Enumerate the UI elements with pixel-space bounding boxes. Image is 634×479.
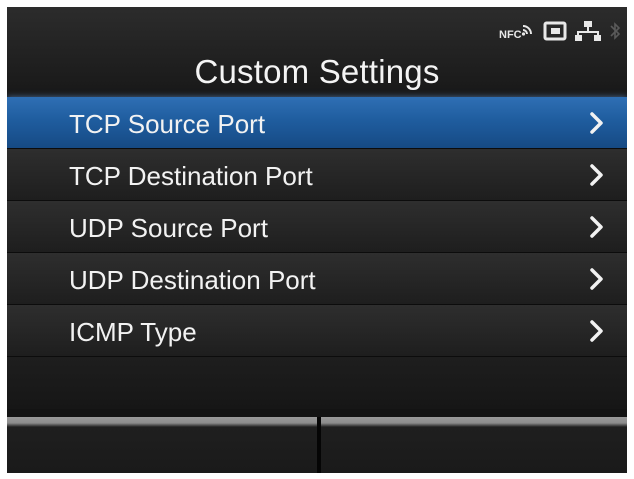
menu-item-tcp-source-port[interactable]: TCP Source Port [7,97,627,149]
left-softkey[interactable] [7,417,317,473]
menu-item-udp-source-port[interactable]: UDP Source Port [7,201,627,253]
menu-item-label: ICMP Type [69,317,197,347]
chevron-right-icon [589,319,605,343]
network-icon [575,20,601,42]
right-softkey[interactable] [321,417,627,473]
menu-item-label: TCP Destination Port [69,161,313,191]
bluetooth-icon [609,20,621,42]
chevron-right-icon [589,111,605,135]
empty-row [7,357,627,409]
page-title: Custom Settings [194,53,440,90]
printer-display: NFC Custom Settings TCP Source Port TCP … [7,7,627,473]
chevron-right-icon [589,163,605,187]
softkey-bar [7,417,627,473]
chevron-right-icon [589,215,605,239]
menu-item-udp-destination-port[interactable]: UDP Destination Port [7,253,627,305]
menu-item-label: UDP Source Port [69,213,268,243]
nfc-label: NFC [499,29,522,41]
card-icon [543,20,567,42]
menu-item-label: TCP Source Port [69,109,266,139]
menu-item-icmp-type[interactable]: ICMP Type [7,305,627,357]
menu-item-tcp-destination-port[interactable]: TCP Destination Port [7,149,627,201]
status-icons: NFC [499,19,621,43]
settings-menu: TCP Source Port TCP Destination Port UDP… [7,97,627,409]
nfc-icon: NFC [499,20,535,42]
header-bar: NFC Custom Settings [7,7,627,97]
chevron-right-icon [589,267,605,291]
menu-item-label: UDP Destination Port [69,265,316,295]
